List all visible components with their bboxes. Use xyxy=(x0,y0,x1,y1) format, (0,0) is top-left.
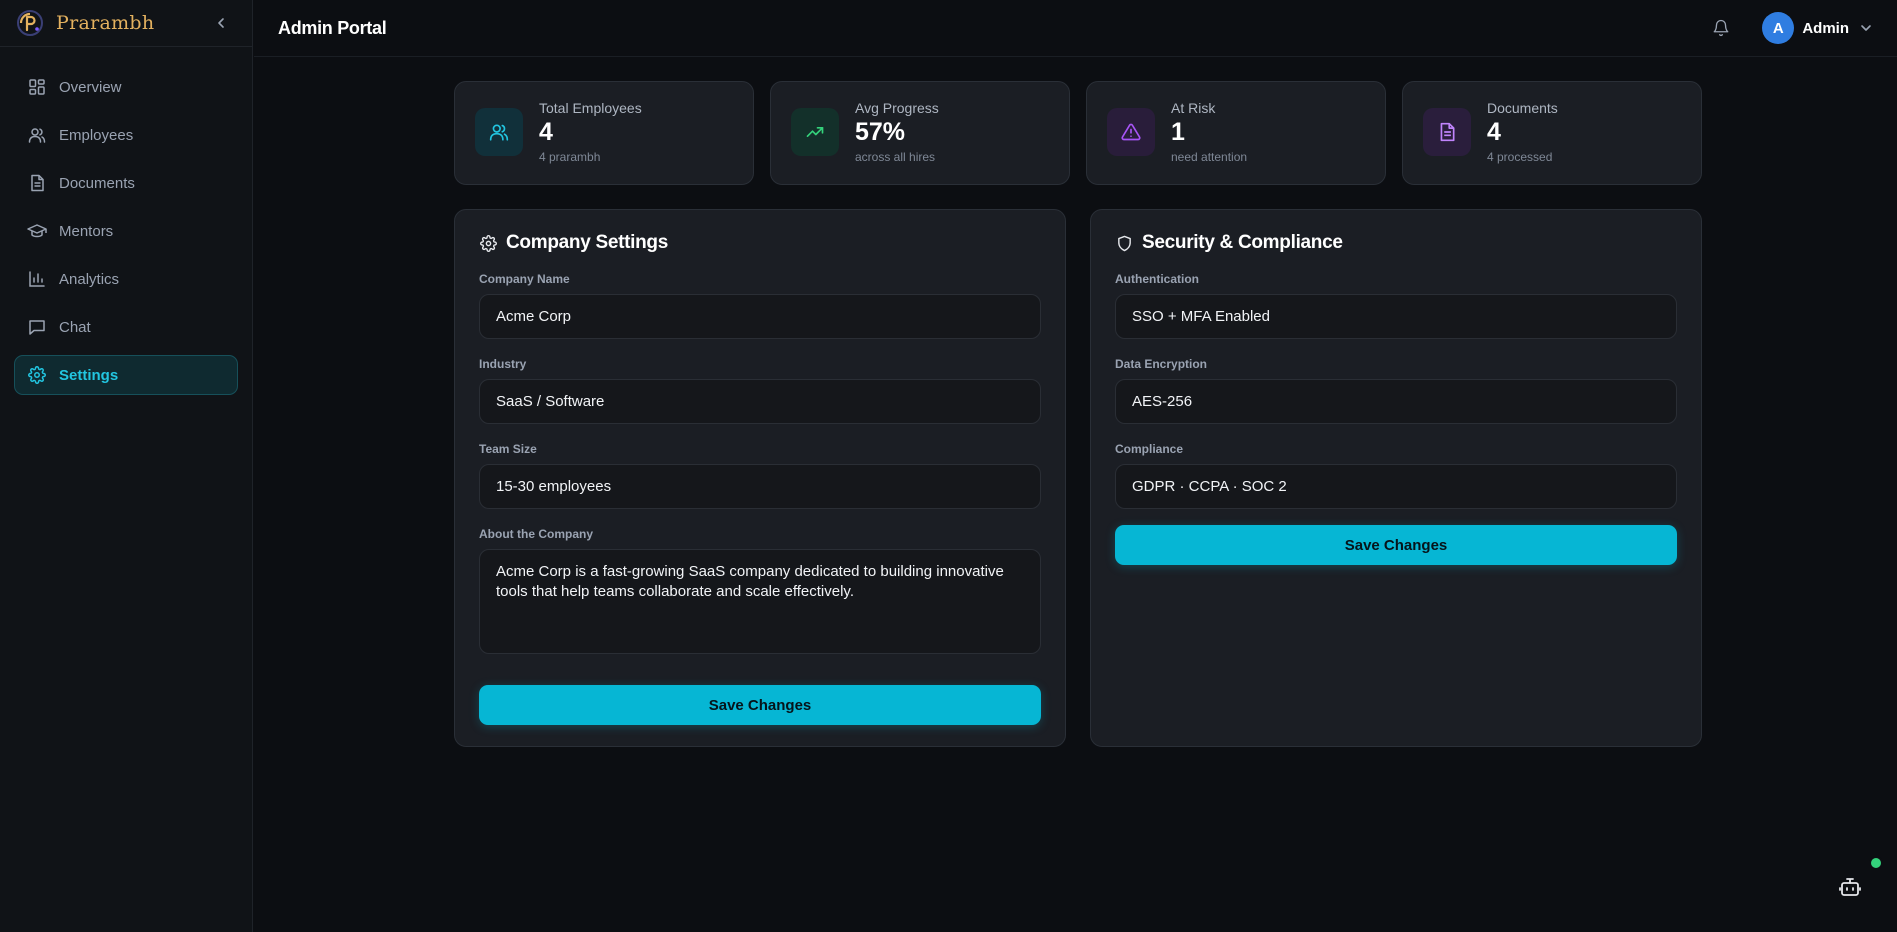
message-icon xyxy=(27,317,47,337)
sidebar-item-label: Documents xyxy=(59,174,135,192)
page-title: Admin Portal xyxy=(278,17,387,38)
sidebar-item-label: Employees xyxy=(59,126,134,144)
file-icon xyxy=(1423,108,1471,156)
team-size-input[interactable] xyxy=(479,464,1041,509)
sidebar-item-label: Overview xyxy=(59,78,122,96)
sidebar-item-employees[interactable]: Employees xyxy=(14,115,238,155)
about-company-textarea[interactable]: Acme Corp is a fast-growing SaaS company… xyxy=(479,549,1041,654)
company-name-label: Company Name xyxy=(479,272,570,286)
authentication-input[interactable] xyxy=(1115,294,1677,339)
panel-title-text: Security & Compliance xyxy=(1142,232,1343,253)
gear-icon xyxy=(27,365,47,385)
chevron-down-icon xyxy=(1859,21,1873,35)
stat-label: Total Employees xyxy=(539,100,642,116)
panel-title: Company Settings xyxy=(479,232,1041,254)
stat-sub: 4 prarambh xyxy=(539,150,601,164)
collapse-sidebar-button[interactable] xyxy=(212,14,230,32)
panel-title-text: Company Settings xyxy=(506,232,668,253)
sidebar-nav: Overview Employees Documents Mentors Ana… xyxy=(0,47,252,423)
sidebar-item-mentors[interactable]: Mentors xyxy=(14,211,238,251)
sidebar-item-label: Analytics xyxy=(59,270,120,288)
data-encryption-label: Data Encryption xyxy=(1115,357,1208,371)
stat-value: 4 xyxy=(1487,118,1501,146)
grid-icon xyxy=(27,77,47,97)
stat-value: 57% xyxy=(855,118,906,146)
notifications-button[interactable] xyxy=(1710,17,1732,39)
data-encryption-input[interactable] xyxy=(1115,379,1677,424)
stat-card-total-employees: Total Employees 4 4 prarambh xyxy=(454,81,754,185)
compliance-label: Compliance xyxy=(1115,442,1184,456)
online-status-dot xyxy=(1869,856,1883,870)
stat-label: At Risk xyxy=(1171,100,1216,116)
top-header: Admin Portal A Admin xyxy=(254,0,1897,57)
bot-icon xyxy=(1839,878,1861,896)
sidebar-item-overview[interactable]: Overview xyxy=(14,67,238,107)
chevron-left-icon xyxy=(218,18,224,28)
header-actions: A Admin xyxy=(1710,12,1873,44)
panel-title: Security & Compliance xyxy=(1115,232,1677,254)
stat-text: At Risk 1 need attention xyxy=(1171,100,1247,164)
sidebar-item-chat[interactable]: Chat xyxy=(14,307,238,347)
team-size-label: Team Size xyxy=(479,442,537,456)
sidebar-item-analytics[interactable]: Analytics xyxy=(14,259,238,299)
prarambh-logo-icon[interactable] xyxy=(14,7,46,39)
stat-value: 4 xyxy=(539,118,553,146)
user-name: Admin xyxy=(1802,19,1849,37)
brand-name: Prarambh xyxy=(56,12,155,34)
company-save-button[interactable]: Save Changes xyxy=(479,685,1041,725)
stat-sub: need attention xyxy=(1171,150,1248,164)
authentication-label: Authentication xyxy=(1115,272,1199,286)
gear-icon xyxy=(479,234,497,252)
sidebar-item-settings[interactable]: Settings xyxy=(14,355,238,395)
stat-text: Total Employees 4 4 prarambh xyxy=(539,100,642,164)
stats-row: Total Employees 4 4 prarambh Avg Progres… xyxy=(454,81,1702,185)
users-icon xyxy=(27,125,47,145)
users-icon xyxy=(475,108,523,156)
company-settings-panel: Company Settings Company Name Industry T… xyxy=(454,209,1066,747)
bar-chart-icon xyxy=(27,269,47,289)
stat-card-documents: Documents 4 4 processed xyxy=(1402,81,1702,185)
industry-label: Industry xyxy=(479,357,527,371)
security-compliance-panel: Security & Compliance Authentication Dat… xyxy=(1090,209,1702,747)
user-menu[interactable]: A Admin xyxy=(1762,12,1873,44)
alert-triangle-icon xyxy=(1107,108,1155,156)
sidebar-item-label: Mentors xyxy=(59,222,114,240)
sidebar-item-label: Settings xyxy=(59,366,119,384)
stat-sub: across all hires xyxy=(855,150,936,164)
about-company-label: About the Company xyxy=(479,527,593,541)
stat-label: Documents xyxy=(1487,100,1558,116)
shield-icon xyxy=(1115,234,1133,252)
security-save-button[interactable]: Save Changes xyxy=(1115,525,1677,565)
file-icon xyxy=(27,173,47,193)
sidebar-item-label: Chat xyxy=(59,318,91,336)
sidebar-item-documents[interactable]: Documents xyxy=(14,163,238,203)
stat-text: Documents 4 4 processed xyxy=(1487,100,1558,164)
graduation-cap-icon xyxy=(27,221,47,241)
company-name-input[interactable] xyxy=(479,294,1041,339)
sidebar: Prarambh Overview Employees Documents Me… xyxy=(0,0,253,932)
stat-card-at-risk: At Risk 1 need attention xyxy=(1086,81,1386,185)
avatar: A xyxy=(1762,12,1795,44)
industry-input[interactable] xyxy=(479,379,1041,424)
assistant-bot-button[interactable] xyxy=(1835,872,1865,902)
stat-label: Avg Progress xyxy=(855,100,939,116)
stat-value: 1 xyxy=(1171,118,1185,146)
bell-icon xyxy=(1713,19,1729,37)
compliance-input[interactable] xyxy=(1115,464,1677,509)
trending-up-icon xyxy=(791,108,839,156)
stat-text: Avg Progress 57% across all hires xyxy=(855,100,939,164)
stat-sub: 4 processed xyxy=(1487,150,1553,164)
brand: Prarambh xyxy=(0,0,252,47)
stat-card-avg-progress: Avg Progress 57% across all hires xyxy=(770,81,1070,185)
